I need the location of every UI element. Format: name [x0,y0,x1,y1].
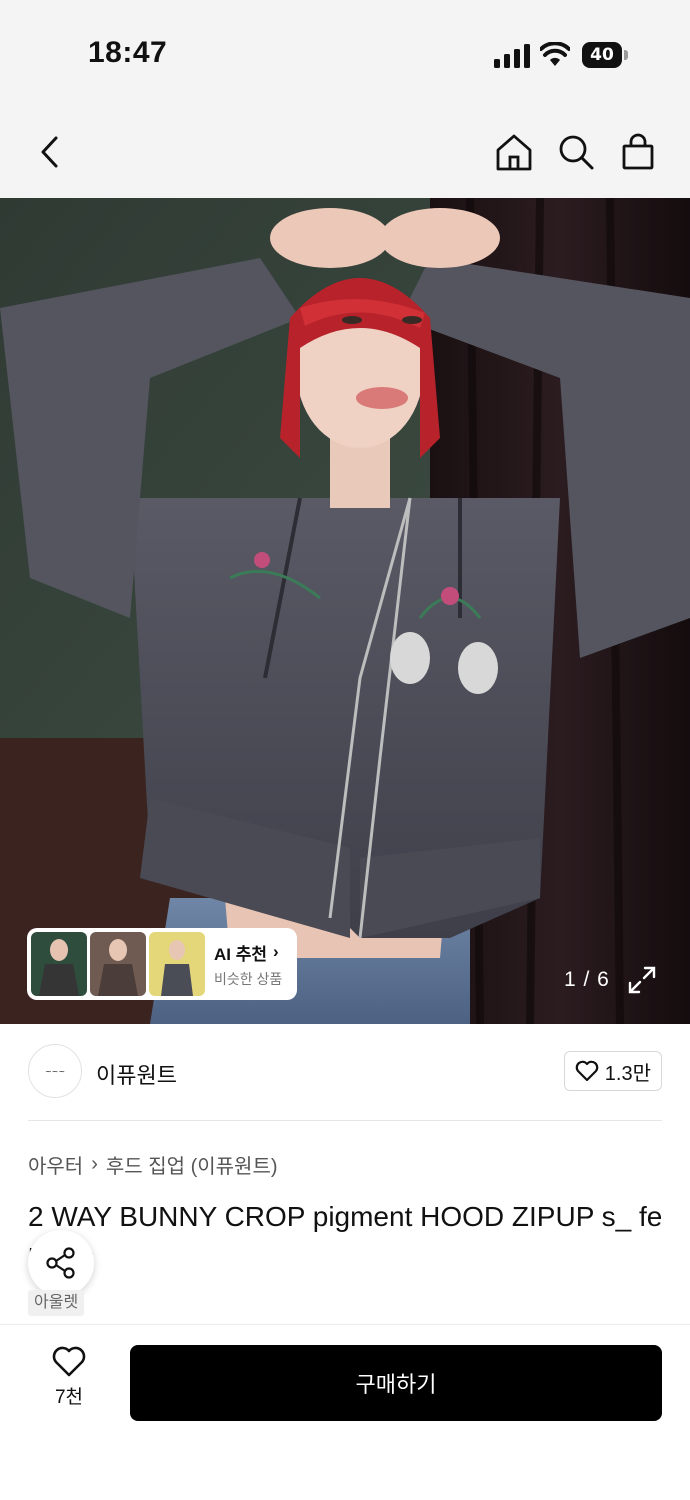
heart-icon [52,1346,86,1377]
wishlist-count: 7천 [54,1387,84,1408]
bottom-bar-divider [0,1324,690,1325]
breadcrumb: 아우터 › 후드 집업 (이퓨원트) [28,1150,278,1179]
status-bar: 18:47 40 [0,0,690,100]
top-nav-bar [0,100,690,198]
expand-icon[interactable] [626,964,658,996]
ai-recommend-card[interactable]: AI 추천 › 비슷한 상품 [27,928,297,1000]
share-button[interactable] [28,1230,94,1296]
search-icon [559,135,594,170]
divider [28,1120,662,1121]
shopping-bag-button[interactable] [616,130,660,174]
heart-icon [575,1060,599,1082]
ai-thumbnail-3 [149,932,205,996]
wishlist-button[interactable]: 7천 [40,1346,98,1420]
back-button[interactable] [28,130,72,174]
battery-level: 40 [590,45,614,65]
signal-icon [494,44,530,68]
breadcrumb-item-outer[interactable]: 아우터 [28,1150,83,1179]
brand-name[interactable]: 이퓨원트 [96,1058,177,1090]
ai-thumbnail-2 [90,932,146,996]
ai-recommend-subtitle: 비슷한 상품 [214,970,283,987]
chevron-right-icon: › [91,1153,98,1175]
image-page-counter: 1 / 6 [564,968,610,991]
outlet-badge: 아울렛 [28,1290,85,1316]
wifi-icon [540,42,570,66]
product-photo [0,198,690,1024]
ai-recommend-title: AI 추천 [214,944,268,964]
brand-like-count: 1.3만 [604,1062,651,1085]
breadcrumb-item-hood-zipup[interactable]: 후드 집업 (이퓨원트) [106,1150,278,1179]
product-title: 2 WAY BUNNY CROP pigment HOOD ZIPUP s_ f… [28,1201,663,1274]
ai-thumbnail-1 [31,932,87,996]
product-image-gallery[interactable]: AI 추천 › 비슷한 상품 1 / 6 [0,198,690,1024]
home-button[interactable] [492,130,536,174]
ai-recommend-text: AI 추천 › 비슷한 상품 [214,940,282,989]
home-icon [496,134,532,171]
shopping-bag-icon [622,133,654,170]
chevron-right-icon: › [273,942,279,961]
share-icon [46,1247,75,1279]
brand-row: ~~~ 이퓨원트 1.3만 [28,1044,662,1100]
brand-logo[interactable]: ~~~ [28,1044,82,1098]
back-arrow-icon [41,136,58,168]
battery-icon: 40 [582,42,628,68]
search-button[interactable] [554,130,598,174]
brand-like-button[interactable]: 1.3만 [563,1051,662,1091]
buy-button[interactable]: 구매하기 [130,1345,662,1421]
status-time: 18:47 [88,36,168,69]
